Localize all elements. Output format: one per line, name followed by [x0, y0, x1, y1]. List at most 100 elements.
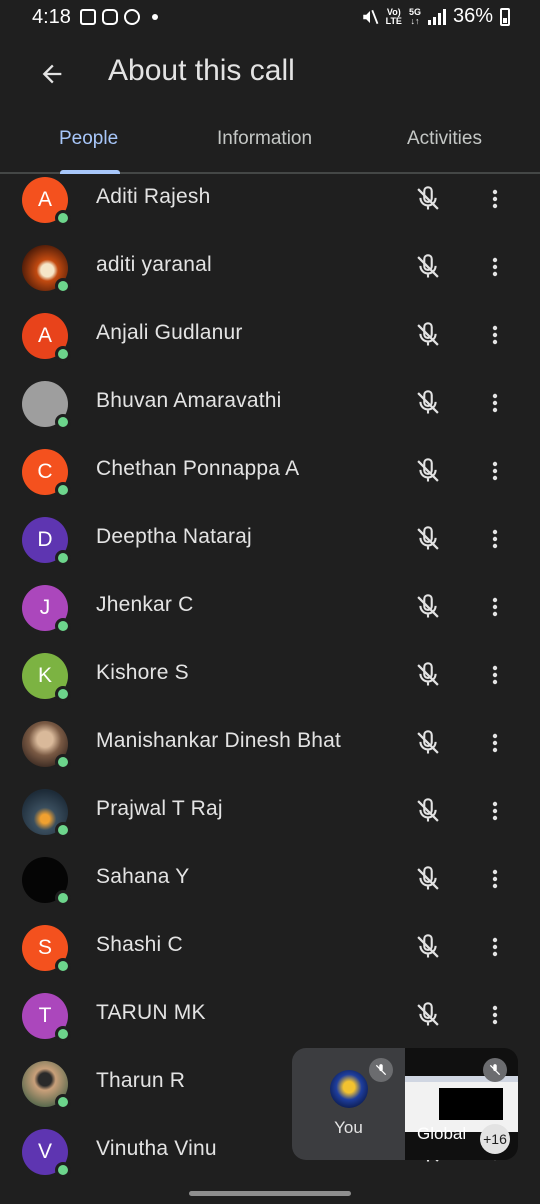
avatar-initial: A — [37, 188, 52, 211]
avatar-initial: A — [37, 324, 52, 347]
participant-avatar: S — [22, 925, 71, 974]
more-options-icon[interactable] — [478, 521, 512, 557]
participant-avatar — [22, 1061, 71, 1110]
system-status: Vo) LTE 5G ↓↑ 36% — [361, 5, 510, 28]
presence-indicator — [55, 890, 71, 906]
more-options-icon[interactable] — [478, 725, 512, 761]
mic-off-icon[interactable] — [410, 793, 446, 829]
participant-name: Kishore S — [96, 661, 189, 684]
participant-row[interactable]: A Aditi Rajesh — [0, 176, 540, 244]
tab-information[interactable]: Information — [217, 128, 312, 150]
mic-off-icon[interactable] — [410, 929, 446, 965]
share-mic-off-button[interactable] — [483, 1058, 507, 1082]
instagram-notification-icon — [102, 9, 118, 25]
avatar-initial: S — [37, 936, 52, 959]
participant-avatar: K — [22, 653, 71, 702]
mic-off-icon[interactable] — [410, 249, 446, 285]
presence-indicator — [55, 482, 71, 498]
mute-icon — [362, 9, 378, 24]
participant-row[interactable]: Prajwal T Raj — [0, 788, 540, 856]
page-title: About this call — [108, 54, 295, 87]
more-notifications-dot-icon — [152, 14, 158, 20]
presence-indicator — [55, 822, 71, 838]
more-options-icon[interactable] — [478, 453, 512, 489]
more-options-icon[interactable] — [478, 997, 512, 1033]
back-button[interactable] — [32, 54, 72, 94]
participant-avatar: C — [22, 449, 71, 498]
self-label: You — [334, 1118, 363, 1137]
more-options-icon[interactable] — [478, 861, 512, 897]
mic-off-icon[interactable] — [410, 181, 446, 217]
participant-avatar: J — [22, 585, 71, 634]
mic-off-icon[interactable] — [410, 521, 446, 557]
active-tab-indicator — [60, 170, 120, 174]
picture-in-picture[interactable]: You Global +16 — [292, 1048, 518, 1160]
mic-off-icon[interactable] — [410, 453, 446, 489]
participant-row[interactable]: Sahana Y — [0, 856, 540, 924]
participant-name: Manishankar Dinesh Bhat — [96, 729, 342, 752]
participant-row[interactable]: Manishankar Dinesh Bhat — [0, 720, 540, 788]
participant-avatar — [22, 245, 71, 294]
participant-avatar: A — [22, 313, 71, 362]
more-options-icon[interactable] — [478, 181, 512, 217]
more-options-icon[interactable] — [478, 793, 512, 829]
tab-bar: People Information Activities — [0, 112, 540, 174]
mic-off-icon[interactable] — [410, 589, 446, 625]
presence-indicator — [55, 754, 71, 770]
presence-indicator — [55, 346, 71, 362]
tab-activities[interactable]: Activities — [407, 128, 482, 150]
more-options-icon[interactable] — [478, 657, 512, 693]
mic-off-icon[interactable] — [410, 997, 446, 1033]
presence-indicator — [55, 618, 71, 634]
more-options-icon[interactable] — [478, 589, 512, 625]
tab-people[interactable]: People — [59, 128, 118, 150]
participant-row[interactable]: J Jhenkar C — [0, 584, 540, 652]
battery-icon — [500, 7, 510, 26]
gallery-notification-icon — [80, 9, 96, 25]
volte-indicator: Vo) LTE — [385, 6, 402, 26]
screen-share-tile[interactable]: Global +16 — [405, 1048, 518, 1160]
presence-indicator — [55, 686, 71, 702]
self-mic-off-button[interactable] — [369, 1058, 393, 1082]
mic-off-icon[interactable] — [410, 657, 446, 693]
participant-row[interactable]: K Kishore S — [0, 652, 540, 720]
participant-row[interactable]: aditi yaranal — [0, 244, 540, 312]
app-notification-icon — [124, 9, 140, 25]
participant-row[interactable]: S Shashi C — [0, 924, 540, 992]
mic-off-icon — [489, 1064, 501, 1076]
more-options-icon[interactable] — [478, 385, 512, 421]
participant-avatar: T — [22, 993, 71, 1042]
participant-row[interactable]: C Chethan Ponnappa A — [0, 448, 540, 516]
participant-name: Chethan Ponnappa A — [96, 457, 300, 480]
gesture-navigation-bar[interactable] — [189, 1191, 351, 1196]
status-bar: 4:18 Vo) LTE 5G ↓↑ 36% — [0, 0, 540, 34]
presence-indicator — [55, 1162, 71, 1176]
mic-off-icon — [375, 1064, 387, 1076]
presence-indicator — [55, 210, 71, 226]
participant-name: Sahana Y — [96, 865, 190, 888]
more-options-icon[interactable] — [478, 317, 512, 353]
mic-off-icon[interactable] — [410, 385, 446, 421]
mic-off-icon[interactable] — [410, 861, 446, 897]
participant-avatar: A — [22, 177, 71, 226]
participant-name: Bhuvan Amaravathi — [96, 389, 282, 412]
participant-row[interactable]: Bhuvan Amaravathi — [0, 380, 540, 448]
participant-avatar: V — [22, 1129, 71, 1176]
avatar-initial: T — [38, 1004, 52, 1027]
participant-row[interactable]: A Anjali Gudlanur — [0, 312, 540, 380]
avatar-initial: J — [39, 596, 51, 619]
participant-list[interactable]: A Aditi Rajesh aditi yaranal A Anjali Gudlan… — [0, 176, 540, 1176]
participant-row[interactable]: D Deeptha Nataraj — [0, 516, 540, 584]
self-tile[interactable]: You — [292, 1048, 405, 1160]
participant-avatar — [22, 857, 71, 906]
more-participants-badge[interactable]: +16 — [480, 1124, 510, 1154]
participant-name: Aditi Rajesh — [96, 185, 211, 208]
avatar-initial: D — [37, 528, 53, 551]
app-bar: About this call — [0, 34, 540, 110]
more-options-icon[interactable] — [478, 249, 512, 285]
mic-off-icon[interactable] — [410, 317, 446, 353]
mic-off-icon[interactable] — [410, 725, 446, 761]
presence-indicator — [55, 1026, 71, 1042]
more-options-icon[interactable] — [478, 929, 512, 965]
presence-indicator — [55, 550, 71, 566]
